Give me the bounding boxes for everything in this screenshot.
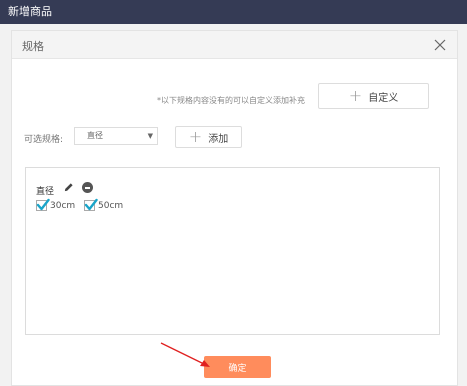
- annotation-arrow: [160, 342, 210, 367]
